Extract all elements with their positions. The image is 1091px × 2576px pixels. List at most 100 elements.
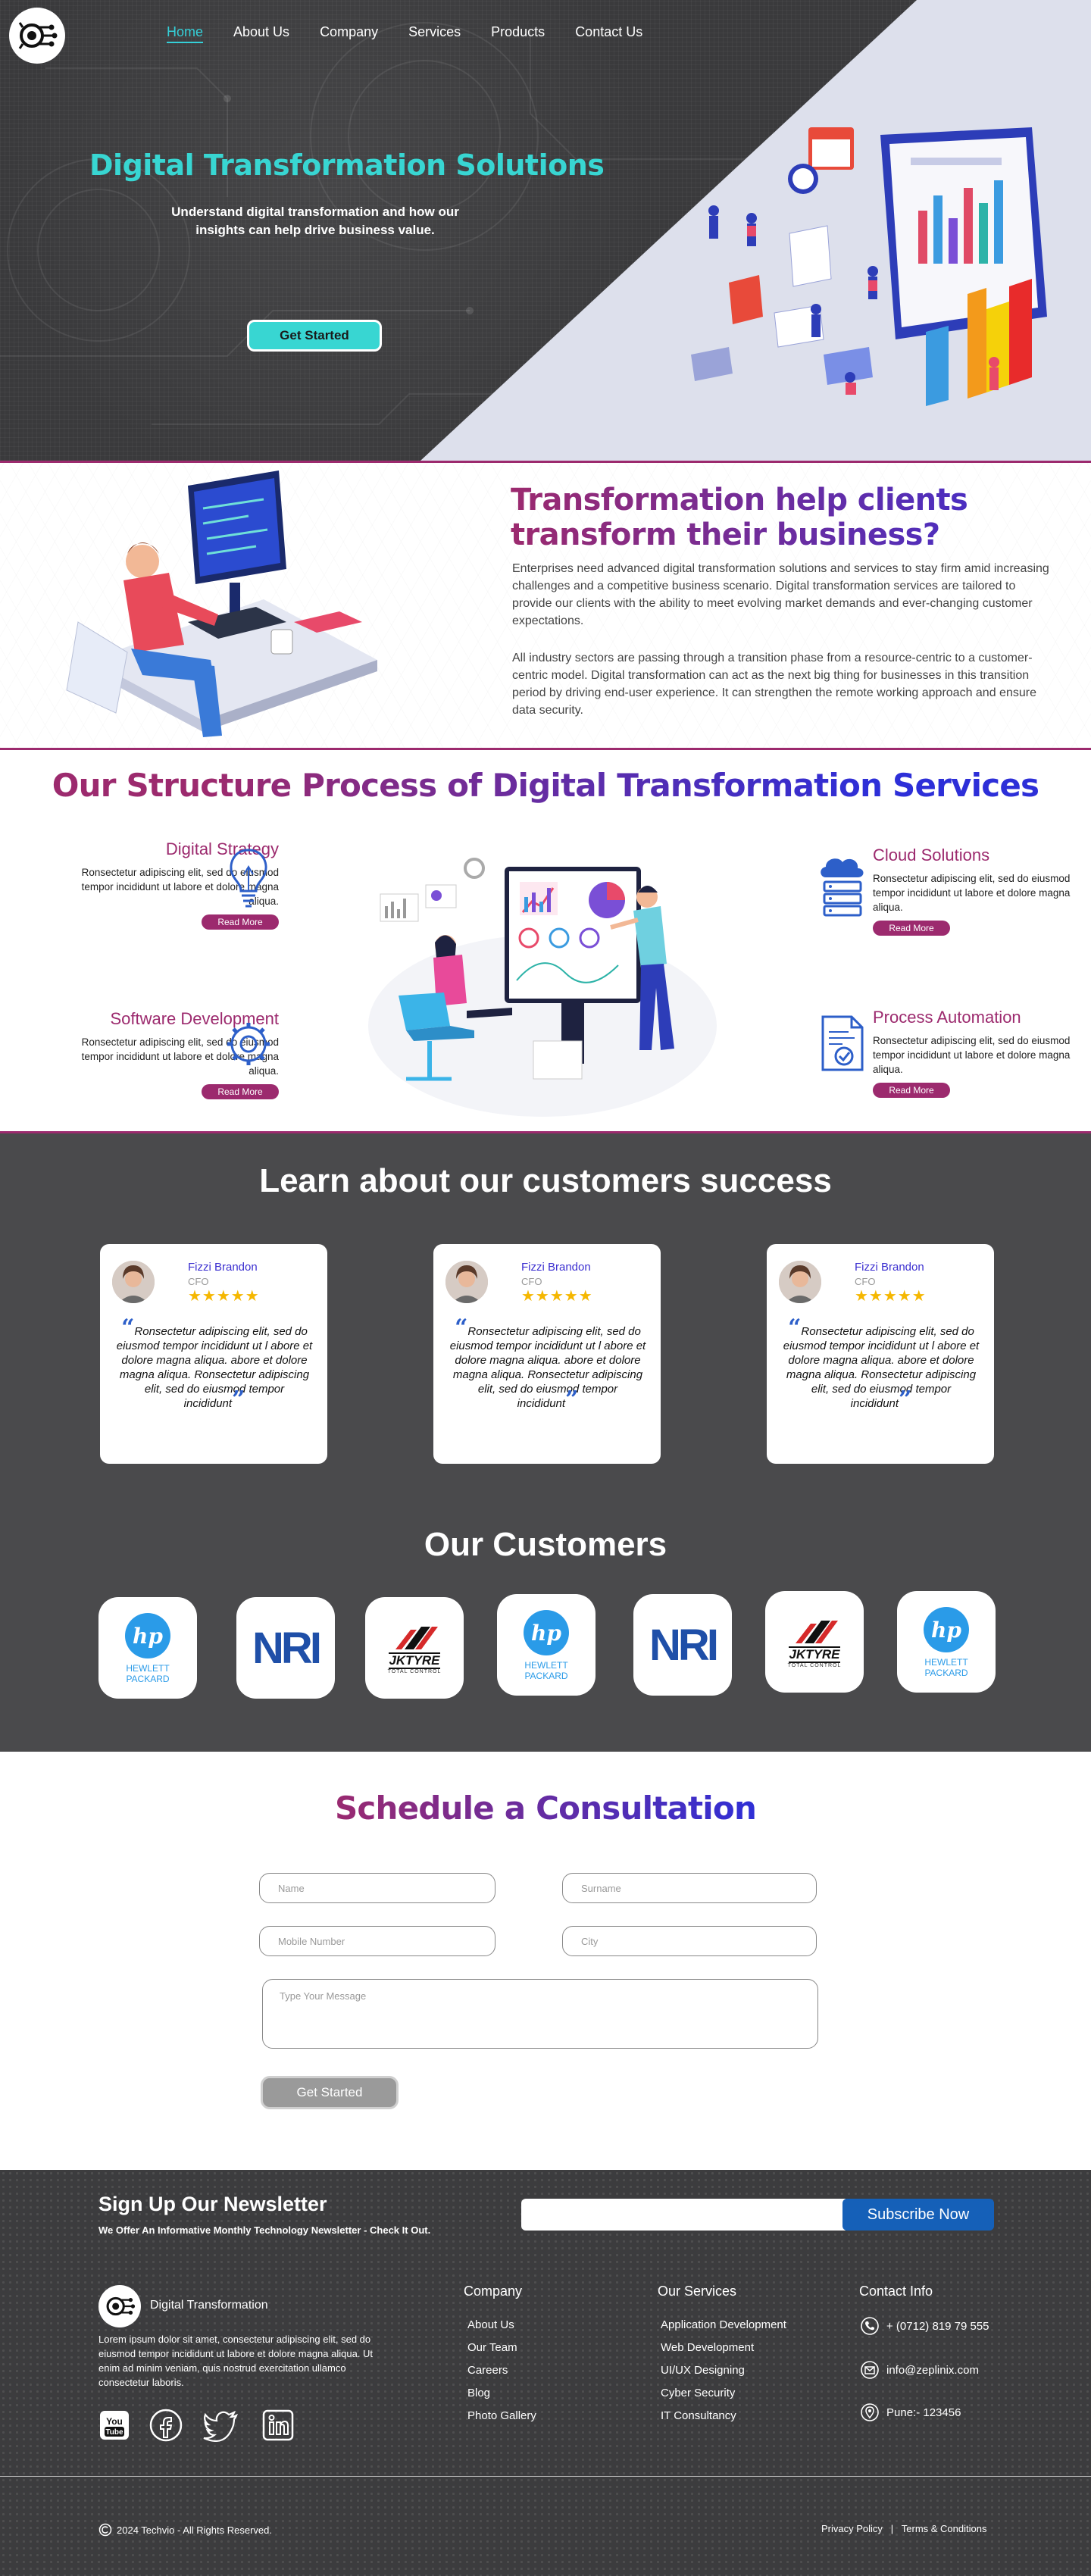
contact-email[interactable]: info@zeplinix.com xyxy=(861,2361,979,2379)
copyright-icon xyxy=(98,2523,112,2537)
footer-link-about-us[interactable]: About Us xyxy=(467,2318,514,2331)
service-desc: Ronsectetur adipiscing elit, sed do eius… xyxy=(873,873,1071,913)
name-field[interactable] xyxy=(259,1873,495,1903)
contact-phone[interactable]: + (0712) 819 79 555 xyxy=(861,2317,989,2335)
hp-logo: hp xyxy=(524,1610,569,1655)
testimonial-quote-text: Ronsectetur adipiscing elit, sed do eius… xyxy=(783,1325,980,1410)
footer-brand-name: Digital Transformation xyxy=(150,2299,268,2312)
nav-products[interactable]: Products xyxy=(491,24,545,43)
contact-location-text: Pune:- 123456 xyxy=(886,2406,961,2419)
close-quote-icon: ” xyxy=(899,1386,912,1413)
footer-contact-heading: Contact Info xyxy=(859,2284,933,2299)
open-quote-icon: “ xyxy=(455,1315,468,1341)
testimonial-quote: “Ronsectetur adipiscing elit, sed do eiu… xyxy=(782,1317,980,1413)
analytics-isometric-illustration xyxy=(691,127,1047,406)
hp-logo: hp xyxy=(924,1607,969,1652)
close-quote-icon: ” xyxy=(565,1386,579,1413)
twitter-icon[interactable] xyxy=(203,2408,238,2443)
message-field[interactable] xyxy=(262,1979,818,2049)
customer-logo-nri[interactable]: NRI xyxy=(236,1597,335,1699)
jktyre-chevron-icon xyxy=(395,1626,438,1649)
privacy-policy-link[interactable]: Privacy Policy xyxy=(821,2523,883,2534)
footer-link-careers[interactable]: Careers xyxy=(467,2364,508,2377)
youtube-icon[interactable]: You Tube xyxy=(97,2408,132,2443)
linkedin-icon[interactable] xyxy=(261,2408,295,2443)
nri-wordmark: NRI xyxy=(649,1620,719,1670)
svg-text:hp: hp xyxy=(133,1624,163,1649)
read-more-button[interactable]: Read More xyxy=(202,914,279,930)
developer-desk-illustration xyxy=(66,470,377,737)
footer-company-heading: Company xyxy=(464,2284,523,2299)
city-field[interactable] xyxy=(562,1926,817,1956)
customer-logo-hp[interactable]: hp HEWLETT PACKARD xyxy=(98,1597,197,1699)
nav-contact-us[interactable]: Contact Us xyxy=(575,24,642,43)
hp-logo: hp xyxy=(125,1613,170,1658)
hp-wordmark: HEWLETT PACKARD xyxy=(524,1660,568,1681)
gear-icon xyxy=(227,1023,270,1065)
subscribe-button[interactable]: Subscribe Now xyxy=(842,2199,994,2231)
success-title: Learn about our customers success xyxy=(259,1162,832,1199)
read-more-button[interactable]: Read More xyxy=(873,1083,950,1098)
service-title: Cloud Solutions xyxy=(873,846,990,864)
main-nav: Home About Us Company Services Products … xyxy=(167,24,673,43)
footer-logo[interactable] xyxy=(98,2285,141,2327)
newsletter-email-input[interactable] xyxy=(521,2199,846,2231)
customers-title: Our Customers xyxy=(424,1526,667,1563)
transformation-paragraph-2: All industry sectors are passing through… xyxy=(512,652,1036,717)
service-cloud-solutions: Cloud Solutions Ronsectetur adipiscing e… xyxy=(873,846,1091,936)
testimonial-name: Fizzi Brandon xyxy=(855,1261,924,1274)
testimonial-card: Fizzi Brandon CFO ★★★★★ “Ronsectetur adi… xyxy=(433,1244,661,1464)
customer-logo-nri[interactable]: NRI xyxy=(633,1594,732,1696)
terms-link[interactable]: Terms & Conditions xyxy=(902,2523,987,2534)
hero-get-started-button[interactable]: Get Started xyxy=(247,320,382,352)
read-more-button[interactable]: Read More xyxy=(202,1084,279,1099)
contact-email-text: info@zeplinix.com xyxy=(886,2363,979,2377)
footer-link-ui-ux-designing[interactable]: UI/UX Designing xyxy=(661,2364,745,2377)
mobile-number-field[interactable] xyxy=(259,1926,495,1956)
footer-link-application-development[interactable]: Application Development xyxy=(661,2318,786,2331)
customer-logo-hp[interactable]: hp HEWLETT PACKARD xyxy=(897,1591,996,1693)
testimonial-role: CFO xyxy=(188,1276,209,1287)
hero-section: Home About Us Company Services Products … xyxy=(0,0,1091,461)
contact-location: Pune:- 123456 xyxy=(861,2403,961,2421)
nav-about-us[interactable]: About Us xyxy=(233,24,289,43)
cloud-server-icon xyxy=(821,858,864,917)
footer-link-web-development[interactable]: Web Development xyxy=(661,2341,754,2354)
surname-field[interactable] xyxy=(562,1873,817,1903)
testimonial-quote: “Ronsectetur adipiscing elit, sed do eiu… xyxy=(115,1317,314,1413)
person-avatar-icon xyxy=(112,1261,155,1303)
star-rating: ★★★★★ xyxy=(188,1288,260,1305)
facebook-icon[interactable] xyxy=(148,2408,183,2443)
copyright-text: 2024 Techvio - All Rights Reserved. xyxy=(117,2524,272,2536)
transformation-paragraph-1: Enterprises need advanced digital transf… xyxy=(512,562,1049,627)
footer-link-blog[interactable]: Blog xyxy=(467,2387,490,2399)
footer-link-cyber-security[interactable]: Cyber Security xyxy=(661,2387,735,2399)
svg-text:Tube: Tube xyxy=(105,2428,123,2437)
svg-text:You: You xyxy=(106,2416,123,2427)
process-title: Our Structure Process of Digital Transfo… xyxy=(0,767,1091,804)
nav-services[interactable]: Services xyxy=(408,24,461,43)
customer-logo-jktyre[interactable]: JKTYRE TOTAL CONTROL xyxy=(365,1597,464,1699)
consultation-get-started-button[interactable]: Get Started xyxy=(261,2076,399,2109)
nav-company[interactable]: Company xyxy=(320,24,378,43)
customer-logo-hp[interactable]: hp HEWLETT PACKARD xyxy=(497,1594,596,1696)
jktyre-tagline: TOTAL CONTROL xyxy=(387,1668,442,1674)
footer-link-photo-gallery[interactable]: Photo Gallery xyxy=(467,2409,536,2422)
footer-link-it-consultancy[interactable]: IT Consultancy xyxy=(661,2409,736,2422)
testimonial-card: Fizzi Brandon CFO ★★★★★ “Ronsectetur adi… xyxy=(100,1244,327,1464)
brand-logo[interactable] xyxy=(9,8,65,64)
nri-wordmark: NRI xyxy=(252,1623,322,1673)
footer-services-heading: Our Services xyxy=(658,2284,737,2299)
email-icon xyxy=(861,2361,879,2379)
customer-logo-jktyre[interactable]: JKTYRE TOTAL CONTROL xyxy=(765,1591,864,1693)
close-quote-icon: ” xyxy=(232,1386,245,1413)
footer-link-our-team[interactable]: Our Team xyxy=(467,2341,517,2354)
star-rating: ★★★★★ xyxy=(521,1288,593,1305)
open-quote-icon: “ xyxy=(788,1315,802,1341)
newsletter-subtitle: We Offer An Informative Monthly Technolo… xyxy=(98,2224,431,2236)
hero-subtitle: Understand digital transformation and ho… xyxy=(171,205,459,237)
hp-wordmark: HEWLETT PACKARD xyxy=(924,1657,968,1678)
legal-separator: | xyxy=(890,2523,894,2534)
nav-home[interactable]: Home xyxy=(167,24,204,43)
read-more-button[interactable]: Read More xyxy=(873,921,950,936)
